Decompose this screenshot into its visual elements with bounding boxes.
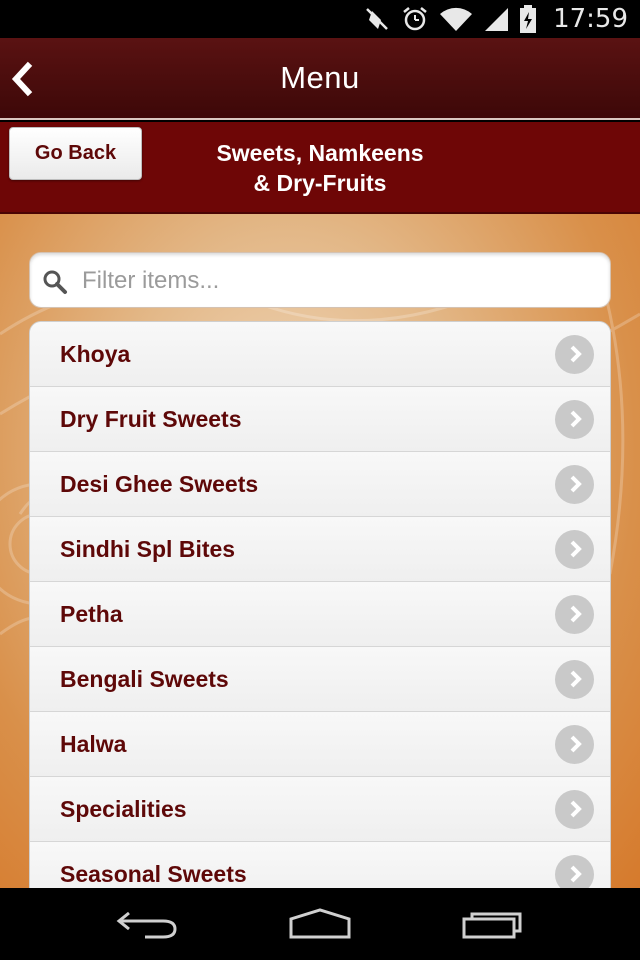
chevron-right-icon xyxy=(555,724,594,764)
list-item-label: Khoya xyxy=(60,340,131,367)
system-nav-bar xyxy=(0,888,640,960)
go-back-button[interactable]: Go Back xyxy=(9,127,142,180)
chevron-right-icon xyxy=(555,464,594,504)
chevron-right-icon xyxy=(555,659,594,699)
chevron-right-icon xyxy=(555,789,594,829)
chevron-right-icon xyxy=(555,399,594,439)
category-header: Go Back Sweets, Namkeens & Dry-Fruits xyxy=(0,122,640,214)
list-item[interactable]: Khoya xyxy=(30,322,610,387)
nav-recent-apps-button[interactable] xyxy=(448,894,538,954)
nav-back-button[interactable] xyxy=(102,894,192,954)
list-item-label: Dry Fruit Sweets xyxy=(60,405,242,432)
content-area: Khoya Dry Fruit Sweets Desi Ghee Sweets … xyxy=(0,214,640,888)
signal-icon xyxy=(485,8,509,31)
list-item[interactable]: Desi Ghee Sweets xyxy=(30,452,610,517)
status-time: 17:59 xyxy=(553,4,628,34)
category-title: Sweets, Namkeens & Dry-Fruits xyxy=(160,138,480,198)
filter-input[interactable] xyxy=(82,261,592,301)
category-title-line2: & Dry-Fruits xyxy=(253,170,387,196)
mute-icon xyxy=(366,8,388,30)
search-icon xyxy=(43,270,67,294)
list-item-label: Specialities xyxy=(60,795,187,822)
home-icon xyxy=(289,908,351,939)
recent-apps-icon xyxy=(462,912,522,939)
list-item-label: Halwa xyxy=(60,730,127,757)
chevron-right-icon xyxy=(555,529,594,569)
battery-icon xyxy=(520,5,537,33)
chevron-left-icon[interactable] xyxy=(6,58,38,100)
page-title: Menu xyxy=(280,60,360,95)
menu-list: Khoya Dry Fruit Sweets Desi Ghee Sweets … xyxy=(29,321,611,888)
list-item-label: Bengali Sweets xyxy=(60,665,229,692)
list-item-label: Seasonal Sweets xyxy=(60,860,247,887)
back-nav-icon xyxy=(116,911,177,939)
list-item[interactable]: Specialities xyxy=(30,777,610,842)
list-item[interactable]: Dry Fruit Sweets xyxy=(30,387,610,452)
status-bar: 17:59 xyxy=(0,0,640,38)
list-item-label: Desi Ghee Sweets xyxy=(60,470,259,497)
list-item[interactable]: Petha xyxy=(30,582,610,647)
category-title-line1: Sweets, Namkeens xyxy=(216,140,424,166)
list-item-label: Sindhi Spl Bites xyxy=(60,535,236,562)
filter-box xyxy=(29,252,611,308)
list-item-label: Petha xyxy=(60,600,123,627)
wifi-icon xyxy=(440,7,473,31)
list-item[interactable]: Bengali Sweets xyxy=(30,647,610,712)
list-item[interactable]: Sindhi Spl Bites xyxy=(30,517,610,582)
alarm-icon xyxy=(403,7,427,31)
chevron-right-icon xyxy=(555,854,594,888)
action-bar: Menu xyxy=(0,38,640,120)
nav-home-button[interactable] xyxy=(275,894,365,954)
chevron-right-icon xyxy=(555,594,594,634)
list-item[interactable]: Seasonal Sweets xyxy=(30,842,610,888)
list-item[interactable]: Halwa xyxy=(30,712,610,777)
chevron-right-icon xyxy=(555,334,594,374)
